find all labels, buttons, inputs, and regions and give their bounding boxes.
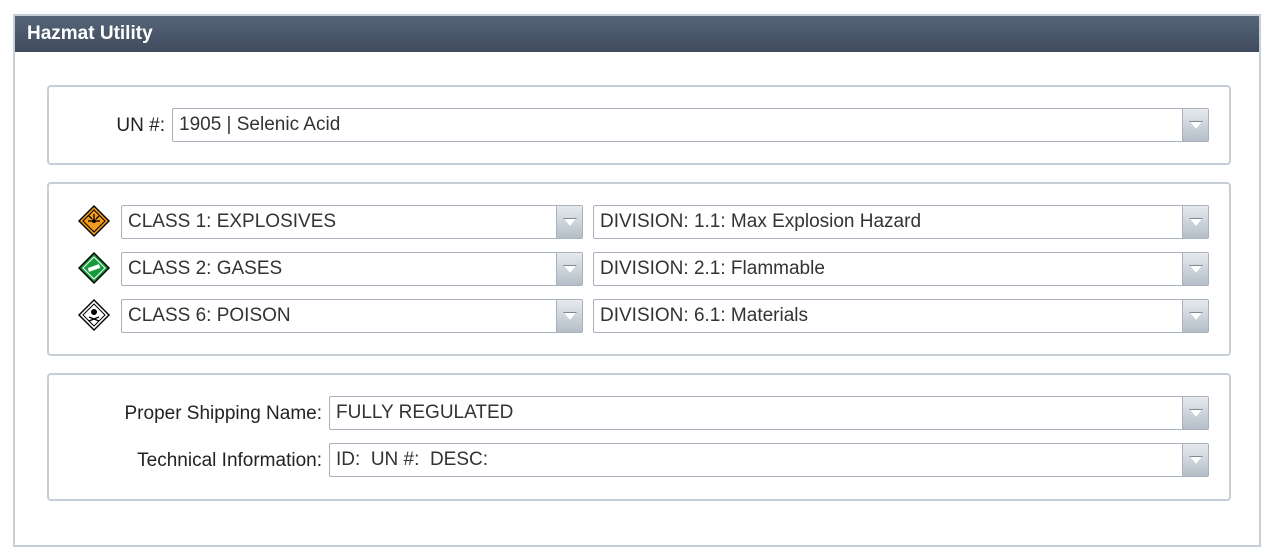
division-select-2[interactable]: DIVISION: 2.1: Flammable <box>593 252 1209 286</box>
class-select-1-value: CLASS 1: EXPLOSIVES <box>128 211 337 232</box>
chevron-down-icon[interactable] <box>1182 109 1208 141</box>
proper-shipping-name-value: FULLY REGULATED <box>336 402 514 423</box>
proper-shipping-name-label: Proper Shipping Name: <box>124 403 323 424</box>
un-panel: UN #: 1905 | Selenic Acid <box>47 85 1231 165</box>
un-label: UN #: <box>116 115 165 136</box>
division-select-3[interactable]: DIVISION: 6.1: Materials <box>593 299 1209 333</box>
chevron-down-icon[interactable] <box>556 300 582 332</box>
flammable-gas-placard-icon <box>78 252 110 284</box>
class-select-2[interactable]: CLASS 2: GASES <box>121 252 583 286</box>
chevron-down-icon[interactable] <box>556 206 582 238</box>
division-select-1[interactable]: DIVISION: 1.1: Max Explosion Hazard <box>593 205 1209 239</box>
chevron-down-icon[interactable] <box>1182 397 1208 429</box>
un-select[interactable]: 1905 | Selenic Acid <box>172 108 1209 142</box>
poison-placard-icon <box>78 299 110 331</box>
chevron-down-icon[interactable] <box>1182 300 1208 332</box>
explosive-placard-icon <box>78 205 110 237</box>
un-select-value: 1905 | Selenic Acid <box>179 114 341 135</box>
chevron-down-icon[interactable] <box>1182 444 1208 476</box>
class-select-1[interactable]: CLASS 1: EXPLOSIVES <box>121 205 583 239</box>
proper-shipping-name-select[interactable]: FULLY REGULATED <box>329 396 1209 430</box>
technical-information-label: Technical Information: <box>137 450 322 471</box>
class-select-2-value: CLASS 2: GASES <box>128 258 283 279</box>
technical-information-value: ID: UN #: DESC: <box>336 449 489 470</box>
class-select-3[interactable]: CLASS 6: POISON <box>121 299 583 333</box>
hazmat-utility-window: Hazmat Utility UN #: 1905 | Selenic Acid… <box>13 14 1261 547</box>
shipping-panel: Proper Shipping Name: FULLY REGULATED Te… <box>47 373 1231 501</box>
division-select-3-value: DIVISION: 6.1: Materials <box>600 305 809 326</box>
class-select-3-value: CLASS 6: POISON <box>128 305 291 326</box>
title-bar: Hazmat Utility <box>15 16 1259 52</box>
chevron-down-icon[interactable] <box>556 253 582 285</box>
chevron-down-icon[interactable] <box>1182 206 1208 238</box>
division-select-1-value: DIVISION: 1.1: Max Explosion Hazard <box>600 211 922 232</box>
hazard-class-panel: CLASS 1: EXPLOSIVES DIVISION: 1.1: Max E… <box>47 182 1231 356</box>
window-title: Hazmat Utility <box>27 23 153 44</box>
division-select-2-value: DIVISION: 2.1: Flammable <box>600 258 825 279</box>
technical-information-select[interactable]: ID: UN #: DESC: <box>329 443 1209 477</box>
chevron-down-icon[interactable] <box>1182 253 1208 285</box>
